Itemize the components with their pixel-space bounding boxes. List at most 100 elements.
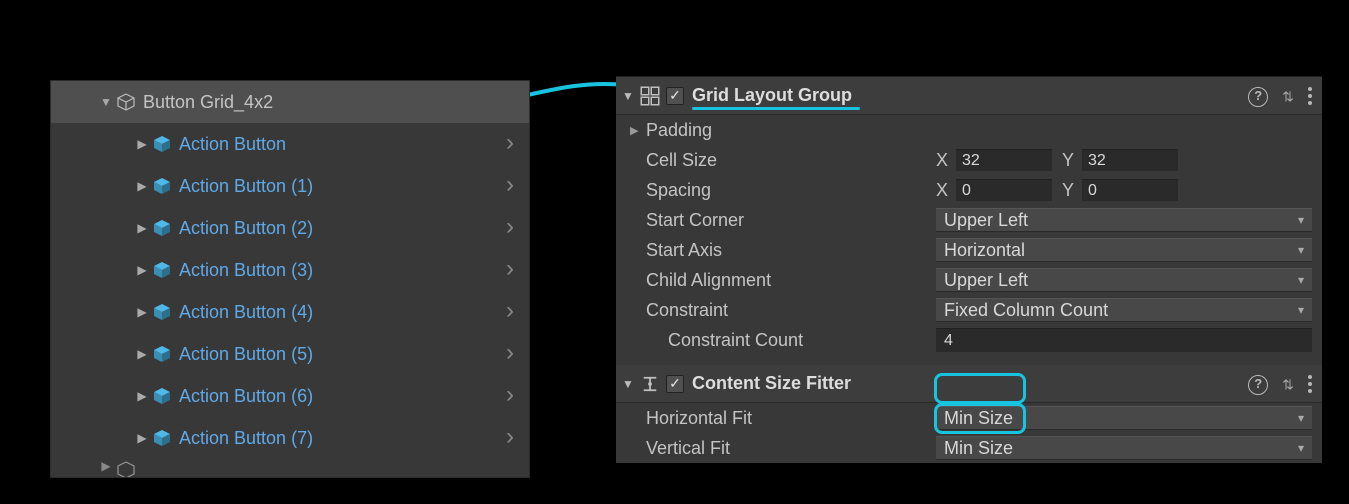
prefab-icon [151,385,173,407]
start-axis-dropdown[interactable]: Horizontal [936,238,1312,262]
prefab-icon [151,301,173,323]
foldout-icon[interactable] [133,137,151,151]
preset-icon[interactable] [1282,85,1294,106]
hierarchy-item-parent[interactable]: Button Grid_4x2 [51,81,529,123]
child-alignment-dropdown[interactable]: Upper Left [936,268,1312,292]
property-label: Padding [646,120,936,141]
gameobject-icon [115,91,137,113]
hierarchy-item-child[interactable]: Action Button (1) [51,165,529,207]
axis-label-x: X [936,150,950,171]
foldout-icon [97,459,115,473]
property-padding[interactable]: Padding [616,115,1322,145]
foldout-icon[interactable] [97,95,115,109]
component-title: Grid Layout Group [692,85,1248,106]
open-prefab-icon[interactable] [499,429,521,447]
hierarchy-item-label: Action Button [179,134,499,155]
hierarchy-item-label: Action Button (1) [179,176,499,197]
hierarchy-item-child[interactable]: Action Button (6) [51,375,529,417]
property-label: Child Alignment [646,270,936,291]
foldout-icon[interactable] [622,89,638,103]
property-horizontal-fit: Horizontal Fit Min Size [616,403,1322,433]
hierarchy-item-child[interactable]: Action Button (4) [51,291,529,333]
start-corner-dropdown[interactable]: Upper Left [936,208,1312,232]
component-header-grid-layout[interactable]: Grid Layout Group [616,77,1322,115]
open-prefab-icon[interactable] [499,261,521,279]
property-vertical-fit: Vertical Fit Min Size [616,433,1322,463]
grid-layout-icon [640,86,660,106]
horizontal-fit-dropdown[interactable]: Min Size [936,406,1312,430]
property-start-axis: Start Axis Horizontal [616,235,1322,265]
property-label: Start Axis [646,240,936,261]
axis-label-y: Y [1062,180,1076,201]
property-start-corner: Start Corner Upper Left [616,205,1322,235]
hierarchy-item-label: Action Button (5) [179,344,499,365]
property-label: Cell Size [646,150,936,171]
hierarchy-item-cutoff [51,459,529,477]
component-header-content-size-fitter[interactable]: Content Size Fitter [616,365,1322,403]
foldout-icon[interactable] [133,179,151,193]
hierarchy-item-label: Button Grid_4x2 [143,92,521,113]
foldout-icon[interactable] [133,305,151,319]
help-icon[interactable] [1248,84,1268,107]
hierarchy-item-label: Action Button (4) [179,302,499,323]
prefab-icon [151,217,173,239]
open-prefab-icon[interactable] [499,177,521,195]
foldout-icon[interactable] [630,124,646,137]
axis-label-y: Y [1062,150,1076,171]
hierarchy-item-child[interactable]: Action Button [51,123,529,165]
hierarchy-item-label: Action Button (2) [179,218,499,239]
property-label: Constraint Count [646,330,936,351]
hierarchy-panel: Button Grid_4x2 Action Button Action But… [50,80,530,478]
property-label: Spacing [646,180,936,201]
foldout-icon[interactable] [133,347,151,361]
open-prefab-icon[interactable] [499,387,521,405]
foldout-icon[interactable] [133,389,151,403]
component-enabled-checkbox[interactable] [666,87,684,105]
foldout-icon[interactable] [133,221,151,235]
property-constraint-count: Constraint Count [616,325,1322,355]
component-enabled-checkbox[interactable] [666,375,684,393]
component-title: Content Size Fitter [692,373,1248,394]
property-child-alignment: Child Alignment Upper Left [616,265,1322,295]
inspector-panel: Grid Layout Group Padding Cell Size X Y … [616,76,1322,463]
component-actions [1248,372,1312,395]
open-prefab-icon[interactable] [499,303,521,321]
context-menu-icon[interactable] [1308,375,1312,393]
property-label: Vertical Fit [646,438,936,459]
help-icon[interactable] [1248,372,1268,395]
cell-size-x-input[interactable] [956,149,1052,171]
cell-size-y-input[interactable] [1082,149,1178,171]
property-constraint: Constraint Fixed Column Count [616,295,1322,325]
context-menu-icon[interactable] [1308,87,1312,105]
hierarchy-item-label: Action Button (6) [179,386,499,407]
vertical-fit-dropdown[interactable]: Min Size [936,436,1312,460]
foldout-icon[interactable] [133,431,151,445]
hierarchy-item-child[interactable]: Action Button (5) [51,333,529,375]
open-prefab-icon[interactable] [499,219,521,237]
hierarchy-item-child[interactable]: Action Button (3) [51,249,529,291]
constraint-count-input[interactable] [936,328,1312,352]
foldout-icon[interactable] [133,263,151,277]
property-cell-size: Cell Size X Y [616,145,1322,175]
prefab-icon [151,343,173,365]
open-prefab-icon[interactable] [499,135,521,153]
content-size-fitter-icon [640,374,660,394]
property-spacing: Spacing X Y [616,175,1322,205]
gameobject-icon [115,459,137,477]
preset-icon[interactable] [1282,373,1294,394]
hierarchy-item-label: Action Button (7) [179,428,499,449]
prefab-icon [151,133,173,155]
prefab-icon [151,427,173,449]
foldout-icon[interactable] [622,377,638,391]
constraint-dropdown[interactable]: Fixed Column Count [936,298,1312,322]
axis-label-x: X [936,180,950,201]
spacing-x-input[interactable] [956,179,1052,201]
prefab-icon [151,259,173,281]
hierarchy-item-child[interactable]: Action Button (2) [51,207,529,249]
hierarchy-item-label: Action Button (3) [179,260,499,281]
open-prefab-icon[interactable] [499,345,521,363]
spacing-y-input[interactable] [1082,179,1178,201]
hierarchy-item-child[interactable]: Action Button (7) [51,417,529,459]
prefab-icon [151,175,173,197]
property-label: Horizontal Fit [646,408,936,429]
